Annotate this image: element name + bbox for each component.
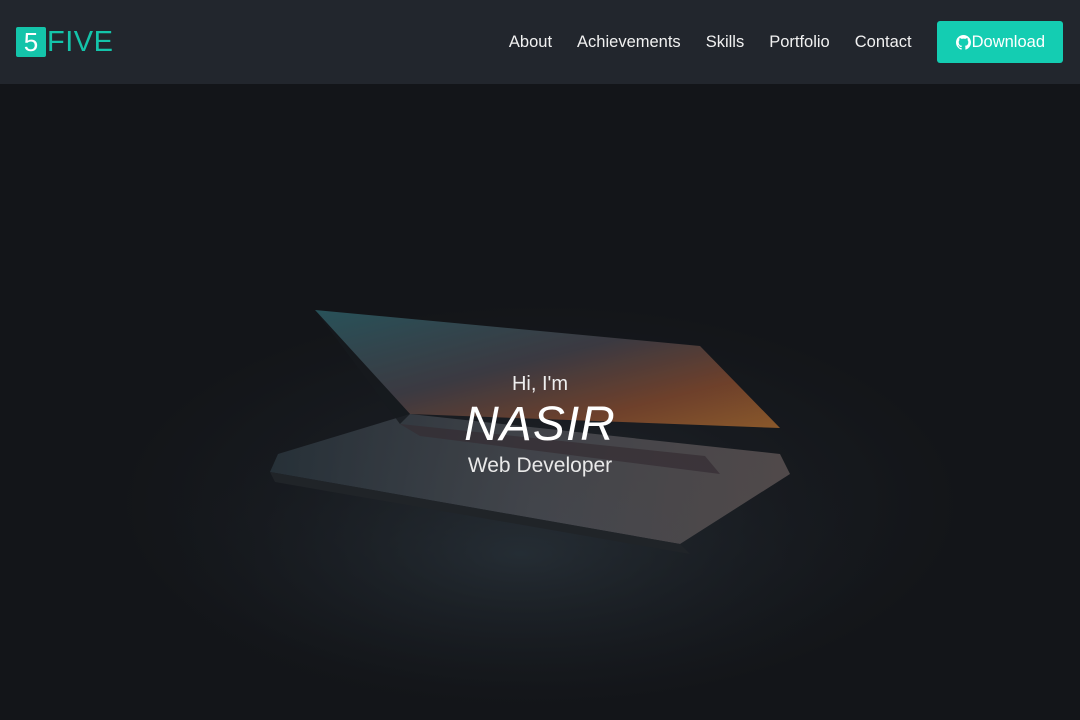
nav-right: About Achievements Skills Portfolio Cont…: [509, 21, 1063, 63]
nav-link-contact[interactable]: Contact: [855, 33, 912, 51]
nav-item-skills: Skills: [706, 33, 745, 52]
nav-links: About Achievements Skills Portfolio Cont…: [509, 33, 937, 52]
nav-item-portfolio: Portfolio: [769, 33, 830, 52]
brand-text: FIVE: [47, 26, 114, 58]
nav-item-achievements: Achievements: [577, 33, 681, 52]
nav-item-contact: Contact: [855, 33, 912, 52]
nav-link-about[interactable]: About: [509, 33, 552, 51]
nav-item-about: About: [509, 33, 552, 52]
brand-mark: 5: [16, 27, 46, 57]
hero-section: Hi, I'm NASIR Web Developer: [0, 84, 1080, 720]
github-icon: [955, 34, 971, 50]
brand-logo[interactable]: 5 FIVE: [16, 27, 113, 57]
hero-text: Hi, I'm NASIR Web Developer: [0, 372, 1080, 480]
hero-greeting: Hi, I'm: [511, 373, 569, 395]
download-button[interactable]: Download: [936, 21, 1063, 63]
hero-name: NASIR: [464, 398, 616, 451]
download-label: Download: [971, 32, 1045, 51]
nav-link-skills[interactable]: Skills: [706, 33, 745, 51]
nav-link-portfolio[interactable]: Portfolio: [769, 33, 830, 51]
navbar: 5 FIVE About Achievements Skills Portfol…: [0, 0, 1080, 84]
hero-role: Web Developer: [467, 454, 613, 477]
nav-link-achievements[interactable]: Achievements: [577, 33, 681, 51]
